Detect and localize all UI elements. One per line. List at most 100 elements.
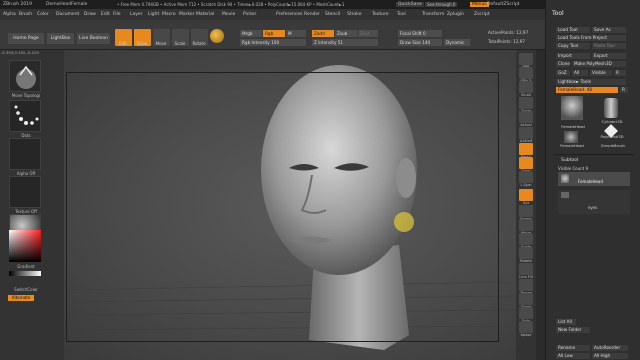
rightshelf-spix-3-button[interactable] <box>519 67 533 79</box>
tool-thumb-femalehead-small[interactable] <box>564 131 578 143</box>
default-zscript[interactable]: DefaultZScript <box>487 2 520 7</box>
export-button[interactable]: Export <box>592 53 626 59</box>
stroke-thumb[interactable] <box>9 100 41 132</box>
visible-button[interactable]: Visible <box>590 70 612 76</box>
rightshelf-bpr-button[interactable] <box>519 53 533 65</box>
dots-stroke-icon <box>14 105 39 125</box>
alpha-thumb[interactable] <box>9 138 41 170</box>
r-button[interactable]: R <box>614 70 626 76</box>
menu-movie[interactable]: Movie <box>222 12 235 17</box>
menu-picker[interactable]: Picker <box>243 12 256 17</box>
menu-stroke[interactable]: Stroke <box>347 12 361 17</box>
rightshelf-l-sym-button[interactable] <box>519 171 533 183</box>
menu-layer[interactable]: Layer <box>130 12 143 17</box>
rgb-intensity-slider[interactable]: Rgb Intensity 100 <box>240 39 306 46</box>
rightshelf-persp-button[interactable] <box>519 143 533 155</box>
load-from-project-button[interactable]: Load Tools From Project <box>556 35 626 41</box>
save-as-button[interactable]: Save As <box>592 27 626 33</box>
subtool-item[interactable]: eyes <box>558 190 630 214</box>
lightbox-button[interactable]: LightBox <box>47 33 74 44</box>
alternate-button[interactable]: Alternate <box>8 295 34 301</box>
m-button[interactable]: M <box>286 30 306 37</box>
new-folder-button[interactable]: New Folder <box>556 327 590 333</box>
menu-macro[interactable]: Macro <box>162 12 176 17</box>
gradient-bar[interactable] <box>9 271 41 276</box>
menu-brush[interactable]: Brush <box>19 12 32 17</box>
rightshelf-scroll-button[interactable] <box>519 81 533 93</box>
load-tool-button[interactable]: Load Tool <box>556 27 590 33</box>
menu-material[interactable]: Material <box>196 12 214 17</box>
menu-stencil[interactable]: Stencil <box>325 12 340 17</box>
zcut-button[interactable]: Zcut <box>358 30 378 37</box>
rename-button[interactable]: Rename <box>556 345 590 351</box>
zadd-button[interactable]: Zadd <box>312 30 334 37</box>
rightshelf-rotate-button[interactable] <box>519 247 533 259</box>
rightshelf-ghost-button[interactable] <box>519 293 533 305</box>
z-intensity-slider[interactable]: Z Intensity 51 <box>312 39 378 46</box>
tool-thumb-cylinder[interactable] <box>604 98 618 118</box>
quicksave-button[interactable]: QuickSave <box>396 2 424 7</box>
rightshelf-actual-button[interactable] <box>519 111 533 123</box>
mrgb-button[interactable]: Mrgb <box>240 30 262 37</box>
rgb-button[interactable]: Rgb <box>263 30 285 37</box>
paste-tool-button[interactable]: Paste Tool <box>592 43 626 49</box>
clone-button[interactable]: Clone <box>556 61 570 67</box>
lightbox-tools-button[interactable]: Lightbox► Tools <box>556 79 626 85</box>
menu-tool[interactable]: Tool <box>397 12 406 17</box>
menu-draw[interactable]: Draw <box>84 12 96 17</box>
import-button[interactable]: Import <box>556 53 590 59</box>
rightshelf-floor-button[interactable] <box>519 157 533 169</box>
subtool-header[interactable]: Subtool <box>561 158 578 163</box>
subtool-name-1: FemaleHead <box>578 179 603 184</box>
make-polymesh-button[interactable]: Make PolyMesh3D <box>572 61 626 67</box>
menu-edit[interactable]: Edit <box>101 12 110 17</box>
top-toolbar: Home Page LightBox Live Boolean Edit Dra… <box>0 20 545 50</box>
menu-file[interactable]: File <box>113 12 121 17</box>
menu-render[interactable]: Render <box>304 12 320 17</box>
focal-shift-slider[interactable]: Focal Shift 0 <box>398 30 442 37</box>
menus-toggle[interactable]: Menus <box>470 2 489 7</box>
all-button[interactable]: All <box>572 70 588 76</box>
goz-button[interactable]: GoZ <box>556 70 570 76</box>
rightshelf-scale-button[interactable] <box>519 233 533 245</box>
zsub-button[interactable]: Zsub <box>335 30 357 37</box>
texture-thumb[interactable] <box>9 176 41 208</box>
material-sphere-icon[interactable] <box>210 29 224 43</box>
menu-light[interactable]: Light <box>148 12 159 17</box>
tool-thumb-femalehead[interactable] <box>561 96 583 120</box>
brush-thumb[interactable] <box>9 60 41 92</box>
menu-marker[interactable]: Marker <box>179 12 195 17</box>
subtool-item-active[interactable]: FemaleHead <box>558 172 630 186</box>
menu-alpha[interactable]: Alpha <box>3 12 16 17</box>
menu-document[interactable]: Document <box>56 12 79 17</box>
rightshelf-move-button[interactable] <box>519 219 533 231</box>
rightshelf-line-fill-polyf-button[interactable] <box>519 263 533 275</box>
r-button-2[interactable]: R <box>620 87 628 93</box>
seethrough-slider[interactable]: See-through 0 <box>425 2 458 7</box>
menu-preferences[interactable]: Preferences <box>276 12 302 17</box>
visible-count[interactable]: Visible Count 9 <box>558 166 588 171</box>
live-boolean-button[interactable]: Live Boolean <box>77 33 110 44</box>
rightshelf-xyz-button[interactable] <box>519 189 533 201</box>
menu-zscript[interactable]: Zscript <box>474 12 490 17</box>
all-low-button[interactable]: All Low <box>556 353 590 359</box>
all-high-button[interactable]: All High <box>592 353 628 359</box>
menu-color[interactable]: Color <box>37 12 49 17</box>
rightshelf-zoom-button[interactable] <box>519 97 533 109</box>
rightshelf-aahalf-button[interactable] <box>519 127 533 139</box>
menu-transform[interactable]: Transform <box>422 12 444 17</box>
draw-size-slider[interactable]: Draw Size 140 <box>398 39 442 46</box>
rightshelf-xpose-button[interactable] <box>519 321 533 333</box>
dynamic-button[interactable]: Dynamic <box>444 39 470 46</box>
rightshelf-frame-button[interactable] <box>519 205 533 217</box>
tool-thumb-label-4: FemaleHead <box>560 143 584 148</box>
copy-tool-button[interactable]: Copy Tool <box>556 43 590 49</box>
rightshelf-solo-button[interactable] <box>519 307 533 319</box>
home-page-button[interactable]: Home Page <box>8 33 44 44</box>
menu-zplugin[interactable]: Zplugin <box>447 12 464 17</box>
menu-texture[interactable]: Texture <box>372 12 388 17</box>
rightshelf-transp-button[interactable] <box>519 279 533 291</box>
autoreorder-button[interactable]: AutoReorder <box>592 345 628 351</box>
current-tool-slider[interactable]: FemaleHead. 48 <box>556 87 618 93</box>
list-all-button[interactable]: List All <box>556 319 576 325</box>
